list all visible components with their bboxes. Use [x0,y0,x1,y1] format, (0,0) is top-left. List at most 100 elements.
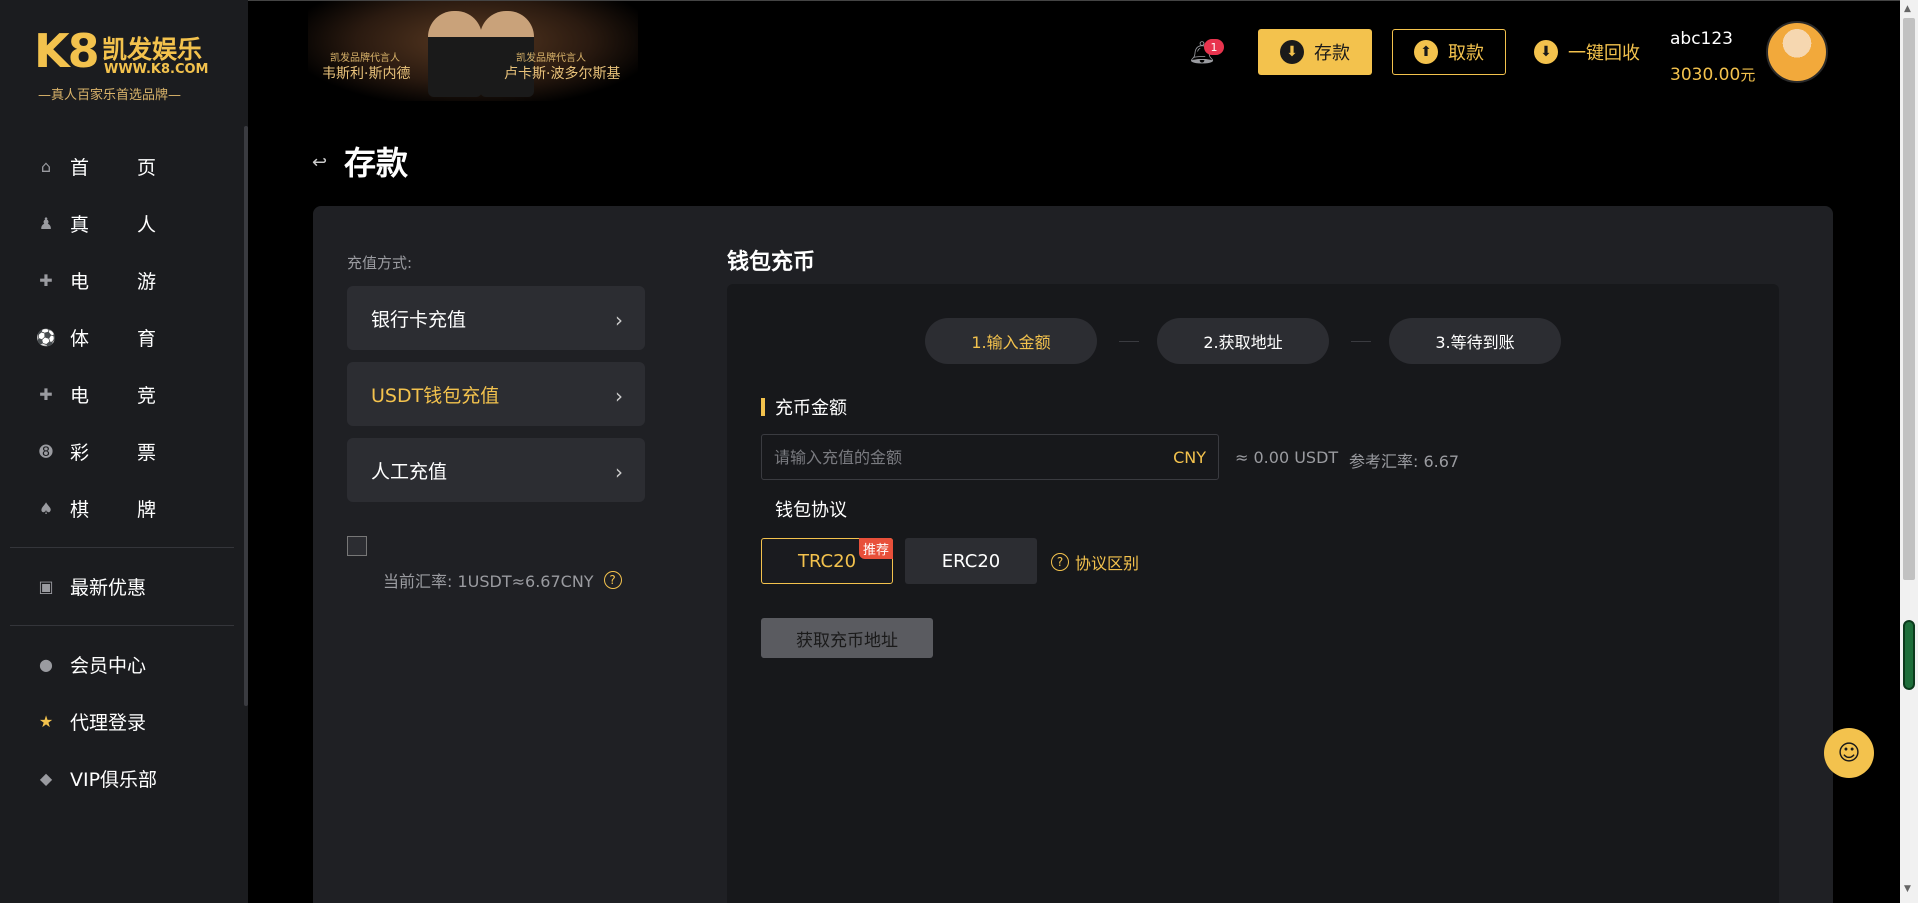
topbar: 凯发品牌代言人 韦斯利·斯内德 凯发品牌代言人 卢卡斯·波多尔斯基 🔔︎ 1 ⬇… [248,0,1918,101]
customer-support-button[interactable]: ☺ [1824,728,1874,778]
step-label: 2.获取地址 [1203,333,1283,352]
get-address-label: 获取充币地址 [796,630,898,651]
sidebar: K8 凯发娱乐 WWW.K8.COM —真人百家乐首选品牌— ⌂ 首 页 ♟ 真 人… [0,0,248,903]
currency-label: CNY [1173,447,1206,467]
sidebar-item-label: 育 [136,328,156,350]
sidebar-item-label: 真 [70,214,90,236]
payment-method-label: 充值方式: [347,254,413,272]
method-usdt-wallet[interactable]: USDT钱包充值 › [347,362,645,426]
balance: 3030.00元 [1670,64,1755,85]
one-click-recycle-button[interactable]: ⬇ 一键回收 [1534,37,1640,67]
back-icon[interactable]: ↩ [312,152,327,173]
reference-rate: 参考汇率: 6.67 [1349,452,1460,471]
sidebar-item-label: 人 [136,214,156,236]
sidebar-item-agent-login[interactable]: ★ 代理登录 [0,693,244,750]
sidebar-item-label: 棋 [70,499,90,521]
sidebar-item-label: 页 [136,157,156,179]
step-label: 1.输入金额 [971,333,1051,352]
sidebar-item-cards[interactable]: ♠ 棋 牌 [0,480,244,537]
sidebar-item-label: 牌 [136,499,156,521]
amount-field[interactable]: CNY [761,434,1219,480]
protocol-difference-link[interactable]: ? 协议区别 [1051,550,1139,574]
question-icon: ? [1051,553,1069,571]
sidebar-item-slots[interactable]: ✚ 电 游 [0,252,244,309]
logo-url: WWW.K8.COM [104,62,209,77]
protocol-erc20-button[interactable]: ERC20 [905,538,1037,584]
sidebar-scrollbar[interactable] [244,126,248,706]
current-rate-text: 当前汇率: 1USDT≈6.67CNY [383,572,594,591]
recycle-label: 一键回收 [1568,43,1640,64]
banner-right-name: 卢卡斯·波多尔斯基 [504,66,621,82]
usdt-estimate: ≈ 0.00 USDT [1235,448,1339,467]
question-icon[interactable]: ? [603,571,622,589]
scroll-grip[interactable] [1903,620,1915,690]
page-scrollbar[interactable]: ▲ ▼ [1900,0,1918,903]
method-label: USDT钱包充值 [371,384,500,407]
sidebar-item-member-center[interactable]: ● 会员中心 [0,636,244,693]
protocol-label: ERC20 [941,550,1001,572]
sidebar-item-label: VIP俱乐部 [70,769,158,791]
logo-mark: K8 [34,24,100,78]
scrollbar-thumb[interactable] [1903,18,1915,580]
sidebar-item-lottery[interactable]: ➑ 彩 票 [0,423,244,480]
sidebar-item-label: 首 [70,157,90,179]
step-enter-amount: 1.输入金额 [925,318,1097,364]
sidebar-item-promotions[interactable]: ▣ 最新优惠 [0,558,244,615]
step-connector [1119,341,1139,342]
ambassador-banner[interactable]: 凯发品牌代言人 韦斯利·斯内德 凯发品牌代言人 卢卡斯·波多尔斯基 [308,1,638,101]
download-icon: ⬇ [1280,40,1304,64]
withdraw-label: 取款 [1448,43,1484,64]
sidebar-item-home[interactable]: ⌂ 首 页 [0,138,244,195]
sidebar-item-label: 游 [136,271,156,293]
sidebar-divider [10,547,234,548]
logo-slogan: —真人百家乐首选品牌— [38,88,182,103]
withdraw-button[interactable]: ⬆ 取款 [1392,29,1506,75]
notifications-button[interactable]: 🔔︎ 1 [1188,39,1224,67]
deposit-panel: 充值方式: 银行卡充值 › USDT钱包充值 › 人工充值 › 当前汇率: 1U… [313,206,1833,903]
sidebar-item-label: 电 [70,385,90,407]
logo[interactable]: K8 凯发娱乐 WWW.K8.COM —真人百家乐首选品牌— [34,22,214,103]
method-bank-card[interactable]: 银行卡充值 › [347,286,645,350]
lottery-ball-icon: ➑ [39,442,53,461]
home-icon: ⌂ [40,157,52,176]
sidebar-menu: ⌂ 首页 ♟ 真人 ✚ 电游 ⚽ 体育 ✚ 电竞 ➑ 彩票 ♠ 棋 牌 ▣ 最新… [0,138,244,807]
protocol-section-title: 钱包协议 [775,496,847,522]
banner-left-name: 韦斯利·斯内德 [322,66,411,82]
accent-bar [761,398,765,416]
method-manual[interactable]: 人工充值 › [347,438,645,502]
scroll-up-icon[interactable]: ▲ [1904,4,1911,14]
current-rate: 当前汇率: 1USDT≈6.67CNY ? [383,568,622,592]
broken-image-icon [347,536,367,556]
amount-input[interactable] [774,447,1174,467]
method-label: 银行卡充值 [371,308,467,331]
logo-brand: 凯发娱乐 [102,35,203,64]
sidebar-item-label: 竞 [136,385,156,407]
diamond-icon: ◆ [39,769,53,788]
sidebar-item-label: 彩 [70,442,90,464]
star-icon: ★ [38,712,54,731]
sidebar-item-vip[interactable]: ◆ VIP俱乐部 [0,750,244,807]
avatar[interactable] [1766,21,1828,83]
protocol-trc20-button[interactable]: TRC20 推荐 [761,538,893,584]
method-label: 人工充值 [371,460,448,483]
username[interactable]: abc123 [1670,29,1733,49]
chevron-right-icon: › [615,460,623,484]
sidebar-item-label: 体 [70,328,90,350]
ambassador-photo [428,11,482,97]
gift-icon: ▣ [38,577,54,596]
sidebar-item-label: 票 [136,442,156,464]
sidebar-item-sports[interactable]: ⚽ 体 育 [0,309,244,366]
recommended-badge: 推荐 [858,538,893,559]
amount-title-text: 充币金额 [775,398,847,419]
deposit-button[interactable]: ⬇ 存款 [1258,29,1372,75]
headset-icon: ☺ [1837,740,1861,766]
chevron-right-icon: › [615,308,623,332]
soccer-ball-icon: ⚽ [36,328,56,347]
banner-right-subtitle: 凯发品牌代言人 [516,53,586,64]
wallet-title: 钱包充币 [727,250,816,275]
sidebar-item-label: 最新优惠 [70,577,147,599]
sidebar-item-esports[interactable]: ✚ 电 竞 [0,366,244,423]
scroll-down-icon[interactable]: ▼ [1904,884,1911,894]
get-address-button[interactable]: 获取充币地址 [761,618,933,658]
sidebar-item-live[interactable]: ♟ 真 人 [0,195,244,252]
